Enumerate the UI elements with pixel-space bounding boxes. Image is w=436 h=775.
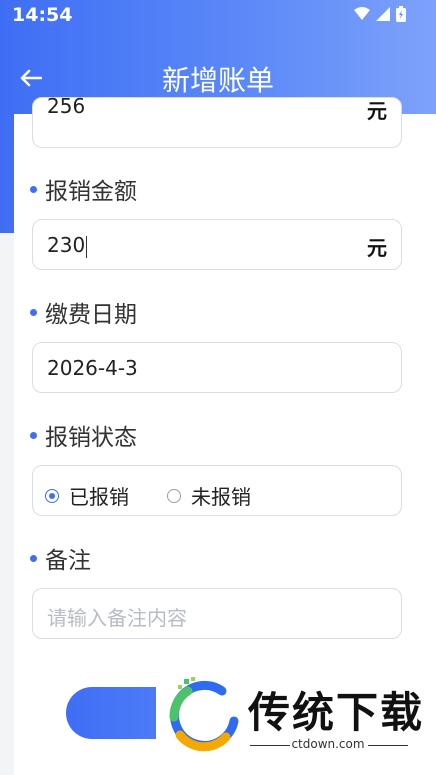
- reimburse-status-label: 报销状态: [45, 425, 137, 451]
- radio-reimbursed[interactable]: 已报销: [45, 481, 129, 510]
- amount-value: 256: [47, 94, 86, 118]
- reimburse-amount-label-row: 报销金额: [30, 174, 137, 205]
- radio-reimbursed-label: 已报销: [69, 485, 129, 509]
- amount-unit: 元: [367, 99, 387, 123]
- pay-date-label-row: 缴费日期: [30, 297, 137, 328]
- reimburse-amount-label: 报销金额: [45, 179, 137, 205]
- reimburse-amount-value-wrap: 230: [47, 233, 88, 258]
- watermark: 传统下载 ctdown.com: [156, 655, 436, 775]
- ctdown-logo-icon: [169, 677, 239, 752]
- radio-checked-icon: [45, 488, 59, 503]
- remark-field[interactable]: 请输入备注内容: [32, 588, 402, 639]
- required-dot: [30, 431, 37, 439]
- remark-placeholder: 请输入备注内容: [47, 606, 187, 630]
- watermark-brand: 传统下载: [248, 688, 425, 737]
- pay-date-label: 缴费日期: [45, 302, 137, 328]
- amount-field[interactable]: 256 元: [32, 94, 402, 148]
- remark-label: 备注: [45, 548, 91, 574]
- reimburse-amount-unit: 元: [367, 236, 387, 260]
- required-dot: [30, 308, 37, 316]
- status-icons: [354, 6, 406, 22]
- remark-label-row: 备注: [30, 543, 91, 574]
- radio-not-reimbursed[interactable]: 未报销: [167, 481, 251, 510]
- page-title: 新增账单: [161, 64, 274, 97]
- battery-icon: [396, 6, 406, 22]
- reimburse-status-group: 已报销 未报销: [32, 465, 402, 516]
- radio-not-reimbursed-label: 未报销: [191, 485, 251, 509]
- pay-date-value: 2026-4-3: [47, 356, 138, 380]
- radio-unchecked-icon: [167, 488, 181, 503]
- required-dot: [30, 185, 37, 193]
- reimburse-status-label-row: 报销状态: [30, 420, 137, 451]
- wifi-icon: [354, 7, 370, 20]
- reimburse-amount-field[interactable]: 230 元: [32, 219, 402, 270]
- status-bar: 14:54: [0, 0, 436, 30]
- reimburse-amount-value: 230: [47, 233, 86, 257]
- status-time: 14:54: [12, 4, 73, 26]
- watermark-url: ctdown.com: [291, 737, 365, 751]
- pay-date-field[interactable]: 2026-4-3: [32, 342, 402, 393]
- signal-icon: [376, 7, 390, 21]
- watermark-line-right: [368, 745, 408, 746]
- required-dot: [30, 554, 37, 562]
- text-caret: [86, 235, 88, 258]
